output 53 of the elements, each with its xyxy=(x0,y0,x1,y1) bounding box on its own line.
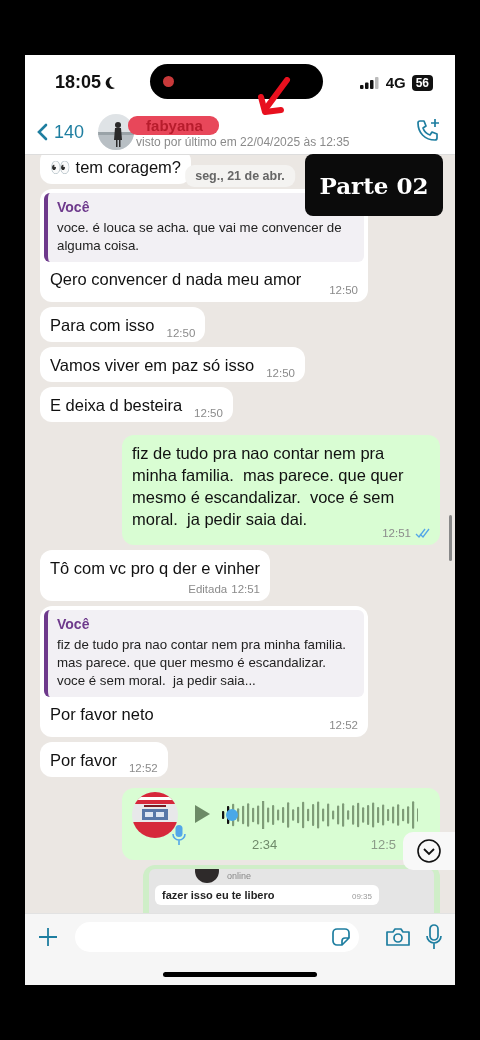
scroll-down-button[interactable] xyxy=(403,832,455,870)
back-button[interactable]: 140 xyxy=(37,121,85,143)
message-time: 12:51 xyxy=(231,583,260,595)
microphone-icon xyxy=(172,824,186,846)
playback-thumb[interactable] xyxy=(225,809,238,821)
sticker-icon[interactable] xyxy=(331,926,351,947)
contact-status: online xyxy=(227,870,252,881)
message-text: Para com isso xyxy=(50,315,155,336)
message-time: 12:5 xyxy=(370,836,396,852)
date-chip: seg., 21 de abr. xyxy=(185,165,295,187)
message-text: Tô com vc pro q der e vinher xyxy=(50,558,260,579)
edited-label: Editada xyxy=(188,583,228,595)
message-text: fazer isso eu te libero xyxy=(162,889,275,901)
message-text: Por favor xyxy=(50,750,117,771)
part-label: Parte 02 xyxy=(305,154,443,216)
message-time: 12:50 xyxy=(166,327,196,339)
message-time: 12:52 xyxy=(128,762,158,774)
moon-icon xyxy=(104,75,117,90)
microphone-button[interactable] xyxy=(425,923,443,950)
plus-icon xyxy=(37,925,59,948)
message-time: 12:51 xyxy=(382,527,411,539)
quote-text: voce. é louca se acha. que vai me convencer de alguma coisa. xyxy=(57,219,343,255)
camera-button[interactable] xyxy=(385,925,411,948)
chevron-down-icon xyxy=(416,838,442,864)
message-text: E deixa d besteira xyxy=(50,395,183,416)
arrow-icon xyxy=(257,77,291,115)
last-seen: visto por último em 22/04/2025 às 12:35 xyxy=(136,134,350,149)
home-indicator[interactable] xyxy=(163,971,317,977)
message-time: 09:35 xyxy=(351,892,372,901)
scrollbar[interactable] xyxy=(449,515,452,561)
quote-text: fiz de tudo pra nao contar nem pra minha familia. mas parece. que quer mesmo é escandalizar. voce é sem moral. ja pedir saia... xyxy=(57,636,347,690)
message-time: 12:50 xyxy=(266,367,295,379)
quote-author: Você xyxy=(57,616,91,632)
attach-button[interactable] xyxy=(37,925,59,948)
message-text: 👀 tem coragem? xyxy=(50,157,182,178)
audio-duration: 2:34 xyxy=(252,836,278,852)
play-button[interactable] xyxy=(192,804,212,826)
status-time: 18:05 xyxy=(55,72,102,93)
message-time: 12:50 xyxy=(194,407,223,419)
camera-icon xyxy=(385,925,411,948)
chevron-left-icon xyxy=(37,123,48,141)
message-field[interactable] xyxy=(75,921,359,952)
signal-icon xyxy=(359,76,380,89)
play-icon xyxy=(193,804,211,824)
message-text: fiz de tudo pra nao contar nem pra minha familia. mas parece. que quer mesmo é escandalizar. voce é sem moral. ja pedir saia dai. xyxy=(132,443,405,529)
message-text: Vamos viver em paz só isso xyxy=(50,355,255,376)
phone-plus-icon xyxy=(415,117,441,144)
message-time: 12:52 xyxy=(329,719,358,731)
microphone-icon xyxy=(425,923,443,950)
quote-author: Você xyxy=(57,199,91,215)
battery-level: 56 xyxy=(411,74,433,91)
message-time: 12:50 xyxy=(329,284,358,296)
network-type: 4G xyxy=(385,74,406,91)
